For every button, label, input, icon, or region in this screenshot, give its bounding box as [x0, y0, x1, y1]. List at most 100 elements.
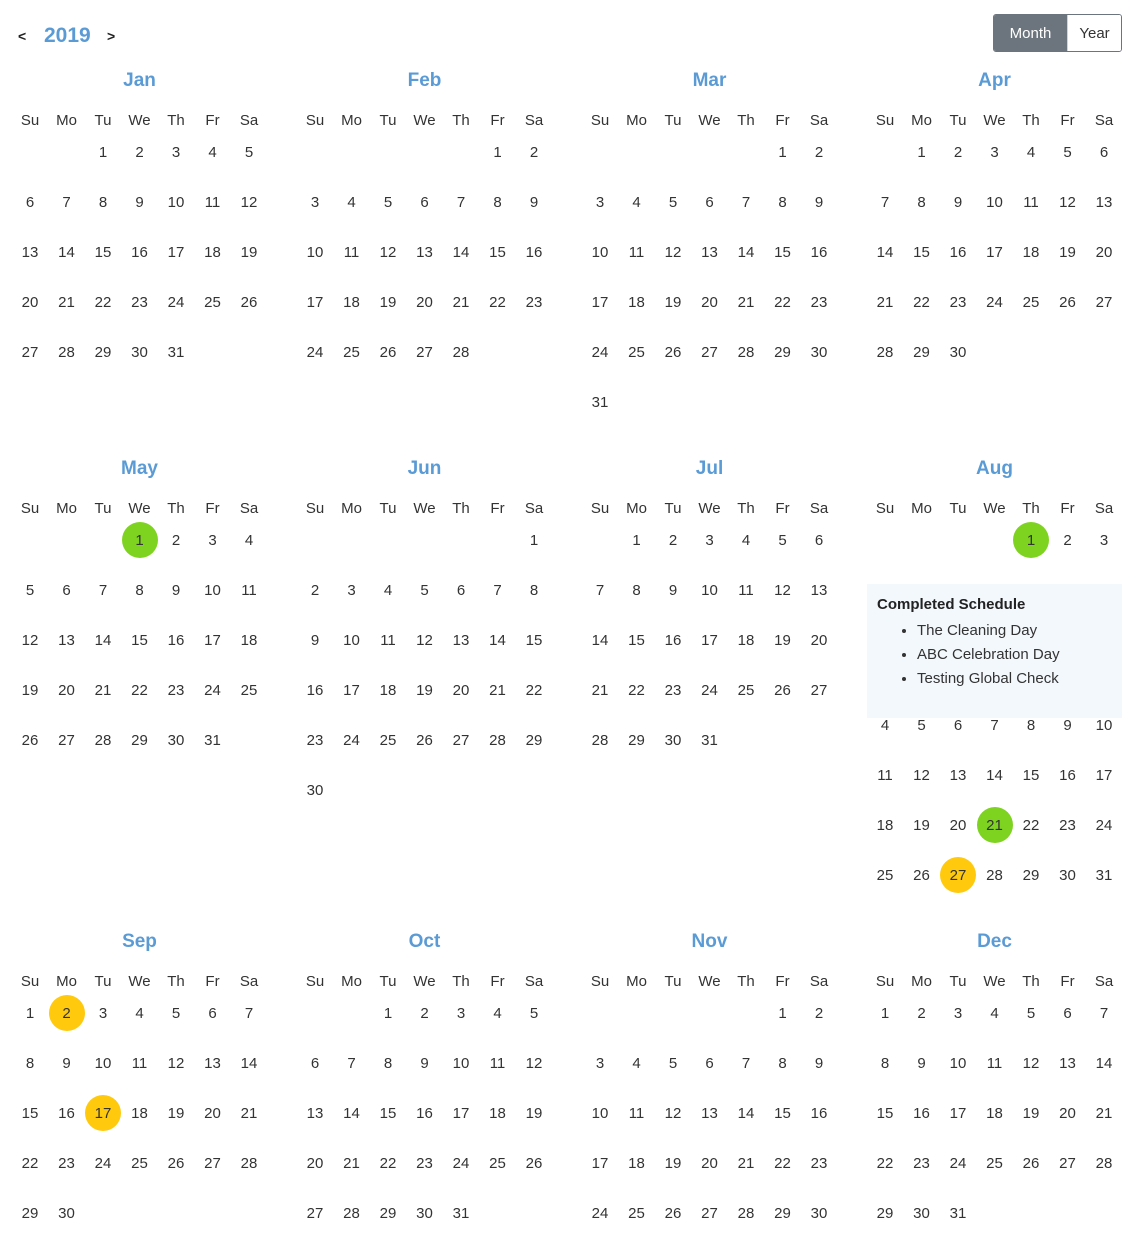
day-cell[interactable]: 4 — [480, 995, 516, 1031]
day-cell[interactable]: 12 — [231, 184, 267, 220]
day-cell[interactable]: 29 — [12, 1195, 48, 1231]
day-cell[interactable]: 28 — [977, 857, 1013, 893]
day-cell[interactable]: 13 — [940, 757, 976, 793]
day-cell[interactable]: 11 — [619, 234, 655, 270]
day-cell[interactable]: 11 — [195, 184, 231, 220]
day-cell[interactable]: 9 — [158, 572, 194, 608]
day-cell[interactable]: 28 — [582, 722, 618, 758]
day-cell[interactable]: 19 — [1013, 1095, 1049, 1131]
day-cell[interactable]: 3 — [582, 1045, 618, 1081]
day-cell[interactable]: 31 — [195, 722, 231, 758]
day-cell[interactable]: 18 — [122, 1095, 158, 1131]
day-cell[interactable]: 24 — [297, 334, 333, 370]
day-cell[interactable]: 6 — [1086, 134, 1122, 170]
day-cell[interactable]: 28 — [867, 334, 903, 370]
day-cell[interactable]: 26 — [516, 1145, 552, 1181]
day-cell[interactable]: 4 — [195, 134, 231, 170]
day-cell[interactable]: 12 — [407, 622, 443, 658]
year-view-button[interactable]: Year — [1067, 15, 1121, 51]
day-cell[interactable]: 20 — [940, 807, 976, 843]
day-cell[interactable]: 20 — [1086, 234, 1122, 270]
day-cell[interactable]: 10 — [443, 1045, 479, 1081]
day-cell[interactable]: 25 — [1013, 284, 1049, 320]
day-cell[interactable]: 10 — [940, 1045, 976, 1081]
day-cell[interactable]: 14 — [977, 757, 1013, 793]
day-cell[interactable]: 13 — [801, 572, 837, 608]
day-cell[interactable]: 19 — [765, 622, 801, 658]
day-cell[interactable]: 11 — [867, 757, 903, 793]
day-cell[interactable]: 5 — [370, 184, 406, 220]
day-cell[interactable]: 16 — [904, 1095, 940, 1131]
day-cell[interactable]: 24 — [582, 1195, 618, 1231]
day-cell[interactable]: 13 — [692, 234, 728, 270]
day-cell[interactable]: 1 — [904, 134, 940, 170]
day-cell[interactable]: 6 — [692, 1045, 728, 1081]
day-cell[interactable]: 5 — [1013, 995, 1049, 1031]
day-cell[interactable]: 22 — [85, 284, 121, 320]
day-cell[interactable]: 31 — [443, 1195, 479, 1231]
previous-year-button[interactable]: < — [18, 25, 26, 47]
day-cell[interactable]: 23 — [516, 284, 552, 320]
day-cell[interactable]: 20 — [407, 284, 443, 320]
day-cell[interactable]: 14 — [867, 234, 903, 270]
day-cell[interactable]: 26 — [1050, 284, 1086, 320]
day-cell[interactable]: 2 — [297, 572, 333, 608]
day-cell[interactable]: 8 — [867, 1045, 903, 1081]
day-cell[interactable]: 29 — [765, 334, 801, 370]
day-cell[interactable]: 31 — [1086, 857, 1122, 893]
day-cell[interactable]: 15 — [765, 234, 801, 270]
day-cell[interactable]: 20 — [692, 1145, 728, 1181]
day-cell[interactable]: 25 — [977, 1145, 1013, 1181]
day-cell[interactable]: 24 — [443, 1145, 479, 1181]
day-cell[interactable]: 15 — [85, 234, 121, 270]
day-cell[interactable]: 2 — [655, 522, 691, 558]
day-cell[interactable]: 8 — [619, 572, 655, 608]
day-cell[interactable]: 11 — [728, 572, 764, 608]
day-cell[interactable]: 11 — [977, 1045, 1013, 1081]
day-cell[interactable]: 10 — [582, 234, 618, 270]
day-cell[interactable]: 16 — [655, 622, 691, 658]
day-cell[interactable]: 19 — [12, 672, 48, 708]
day-cell[interactable]: 6 — [1050, 995, 1086, 1031]
day-cell[interactable]: 13 — [297, 1095, 333, 1131]
day-cell[interactable]: 21 — [728, 1145, 764, 1181]
day-cell[interactable]: 14 — [728, 234, 764, 270]
day-cell[interactable]: 16 — [49, 1095, 85, 1131]
day-cell[interactable]: 10 — [334, 622, 370, 658]
day-cell[interactable]: 29 — [516, 722, 552, 758]
day-cell[interactable]: 26 — [370, 334, 406, 370]
day-cell[interactable]: 22 — [516, 672, 552, 708]
day-cell[interactable]: 26 — [12, 722, 48, 758]
day-cell[interactable]: 21 — [334, 1145, 370, 1181]
day-cell[interactable]: 5 — [765, 522, 801, 558]
day-cell[interactable]: 5 — [12, 572, 48, 608]
day-cell-completed[interactable]: 21 — [976, 807, 1013, 843]
day-cell[interactable]: 10 — [85, 1045, 121, 1081]
day-cell[interactable]: 16 — [297, 672, 333, 708]
day-cell[interactable]: 23 — [49, 1145, 85, 1181]
day-cell[interactable]: 2 — [801, 134, 837, 170]
day-cell[interactable]: 26 — [765, 672, 801, 708]
day-cell[interactable]: 26 — [655, 1195, 691, 1231]
day-cell[interactable]: 9 — [655, 572, 691, 608]
day-cell[interactable]: 5 — [516, 995, 552, 1031]
day-cell[interactable]: 23 — [801, 284, 837, 320]
day-cell[interactable]: 28 — [334, 1195, 370, 1231]
day-cell[interactable]: 2 — [122, 134, 158, 170]
day-cell[interactable]: 11 — [370, 622, 406, 658]
day-cell[interactable]: 18 — [370, 672, 406, 708]
day-cell[interactable]: 1 — [867, 995, 903, 1031]
day-cell[interactable]: 12 — [1050, 184, 1086, 220]
day-cell[interactable]: 12 — [655, 1095, 691, 1131]
day-cell[interactable]: 6 — [195, 995, 231, 1031]
day-cell[interactable]: 28 — [728, 1195, 764, 1231]
day-cell[interactable]: 20 — [195, 1095, 231, 1131]
day-cell[interactable]: 20 — [801, 622, 837, 658]
day-cell[interactable]: 29 — [867, 1195, 903, 1231]
day-cell[interactable]: 18 — [480, 1095, 516, 1131]
day-cell[interactable]: 30 — [407, 1195, 443, 1231]
day-cell[interactable]: 25 — [619, 334, 655, 370]
day-cell[interactable]: 2 — [516, 134, 552, 170]
day-cell[interactable]: 21 — [728, 284, 764, 320]
day-cell[interactable]: 15 — [516, 622, 552, 658]
